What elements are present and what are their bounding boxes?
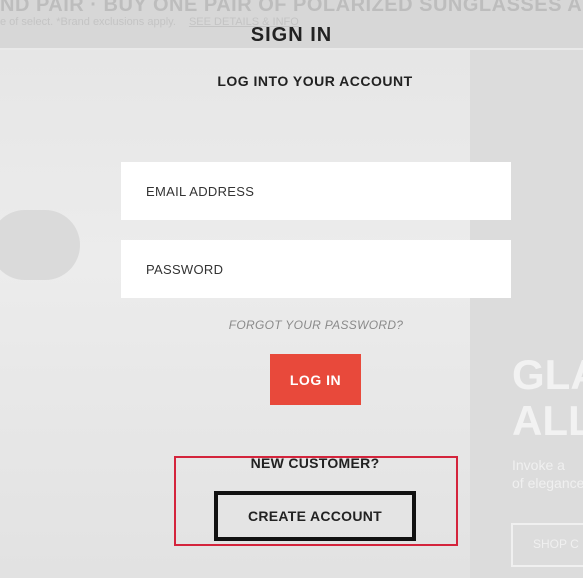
modal-title: SIGN IN xyxy=(250,24,333,46)
create-account-button[interactable]: CREATE ACCOUNT xyxy=(214,491,416,541)
modal-subtitle: LOG INTO YOUR ACCOUNT xyxy=(217,73,413,89)
forgot-password-link[interactable]: FORGOT YOUR PASSWORD? xyxy=(121,318,511,332)
new-customer-label: NEW CUSTOMER? xyxy=(250,455,380,471)
login-button[interactable]: LOG IN xyxy=(270,354,361,405)
sign-in-modal: SIGN IN LOG INTO YOUR ACCOUNT FORGOT YOU… xyxy=(0,0,583,578)
password-field[interactable] xyxy=(121,240,511,298)
email-field[interactable] xyxy=(121,162,511,220)
